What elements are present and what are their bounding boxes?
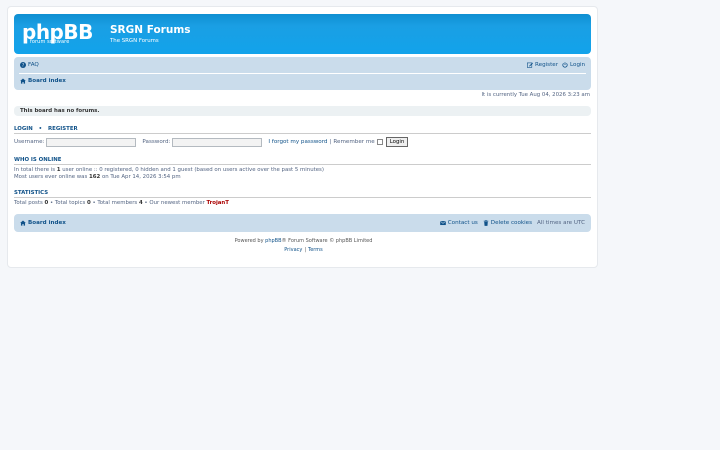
remember-me-label: Remember me <box>333 139 375 145</box>
footer-links: Contact us Delete cookies All times are … <box>439 220 585 226</box>
delete-cookies-label: Delete cookies <box>490 220 533 226</box>
login-form: Username: Password: I forgot my password… <box>14 137 409 147</box>
footer-board-index-link[interactable]: Board index <box>20 220 66 226</box>
statistics-header: STATISTICS <box>14 190 591 198</box>
login-divider: | <box>329 139 332 145</box>
faq-link[interactable]: ? FAQ <box>20 62 39 68</box>
online-total-line: In total there is 1 user online :: 0 reg… <box>14 167 324 173</box>
record-count: 162 <box>89 174 101 180</box>
envelope-icon <box>439 221 446 226</box>
page-wrapper: phpBB forum software SRGN Forums The SRG… <box>7 6 598 268</box>
username-label: Username: <box>14 139 45 145</box>
newest-member-link[interactable]: TrojanT <box>207 200 229 206</box>
power-icon <box>562 62 568 68</box>
home-icon <box>20 220 26 226</box>
login-link[interactable]: Login <box>562 62 585 68</box>
question-circle-icon: ? <box>20 62 26 68</box>
footer-navbar: Board index Contact us Delete cookies Al… <box>14 214 591 232</box>
register-link[interactable]: Register <box>527 62 558 68</box>
login-label: Login <box>570 62 586 68</box>
login-header: LOGIN • REGISTER <box>14 126 591 134</box>
phpbb-link[interactable]: phpBB <box>265 238 281 244</box>
contact-us-link[interactable]: Contact us <box>439 220 478 226</box>
trash-icon <box>483 220 489 226</box>
phpbb-logo[interactable]: phpBB forum software <box>22 21 100 48</box>
no-forums-panel: This board has no forums. <box>14 106 591 116</box>
remember-me-checkbox[interactable] <box>376 139 383 145</box>
navbar: ? FAQ Register Login Board index <box>14 57 591 90</box>
delete-cookies-link[interactable]: Delete cookies <box>483 220 532 226</box>
legal-divider: | <box>304 247 307 253</box>
who-is-online-header: WHO IS ONLINE <box>14 157 591 165</box>
forgot-password-link[interactable]: I forgot my password <box>268 139 327 145</box>
faq-label: FAQ <box>28 62 39 68</box>
privacy-link[interactable]: Privacy <box>284 247 302 253</box>
site-title: SRGN Forums <box>110 24 191 36</box>
timezone-note: All times are UTC <box>537 220 585 226</box>
board-index-label: Board index <box>28 78 66 84</box>
statistics-line: Total posts 0 • Total topics 0 • Total m… <box>14 200 229 206</box>
board-index-link[interactable]: Board index <box>20 78 66 84</box>
no-forums-message: This board has no forums. <box>20 108 100 114</box>
login-bullet: • <box>38 126 43 132</box>
contact-us-label: Contact us <box>447 220 478 226</box>
password-input[interactable] <box>172 137 263 147</box>
login-button[interactable]: Login <box>385 137 409 147</box>
legal-links: Privacy | Terms <box>8 247 599 253</box>
powered-by-line: Powered by phpBB® Forum Software © phpBB… <box>234 238 373 244</box>
current-time: It is currently Tue Aug 04, 2026 3:23 am <box>481 92 590 98</box>
register-label: Register <box>535 62 559 68</box>
home-icon <box>20 78 26 84</box>
terms-link[interactable]: Terms <box>308 247 323 253</box>
edit-icon <box>527 62 533 68</box>
online-record-line: Most users ever online was 162 on Tue Ap… <box>14 174 181 180</box>
username-input[interactable] <box>46 137 137 147</box>
password-label: Password: <box>142 139 171 145</box>
footer-board-index-label: Board index <box>28 220 66 226</box>
login-heading-link[interactable]: LOGIN <box>14 126 33 132</box>
site-description: The SRGN Forums <box>110 38 159 44</box>
register-heading-link[interactable]: REGISTER <box>48 126 78 132</box>
site-header: phpBB forum software SRGN Forums The SRG… <box>14 14 591 54</box>
navbar-divider <box>19 73 586 74</box>
logo-subtext: forum software <box>30 39 70 45</box>
